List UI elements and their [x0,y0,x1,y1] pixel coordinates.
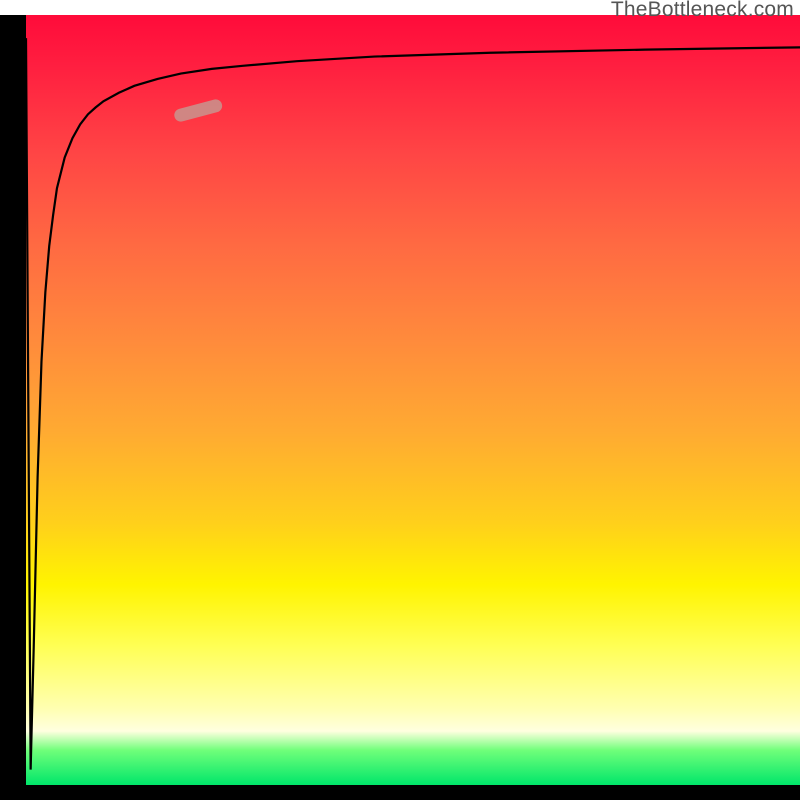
x-axis-band [0,785,800,800]
chart-container: TheBottleneck.com [0,0,800,800]
y-axis-band [0,15,26,785]
plot-svg [26,15,800,785]
highlight-marker [181,106,216,115]
curve [26,38,800,770]
watermark-text: TheBottleneck.com [611,0,794,22]
